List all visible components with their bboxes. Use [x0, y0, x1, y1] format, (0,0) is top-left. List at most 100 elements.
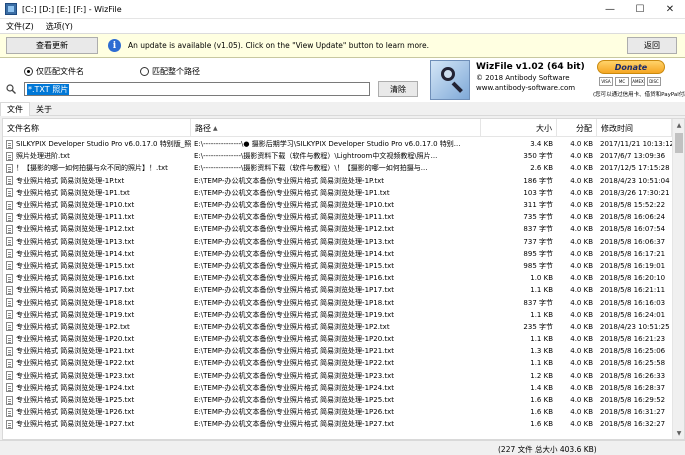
- table-row[interactable]: 专业照片格式 简易浏览处理-1P21.txt E:\TEMP-办公机文本备份\专业…: [3, 345, 672, 357]
- back-button[interactable]: 返回: [627, 37, 677, 54]
- column-header-path[interactable]: 路径 ▲: [191, 119, 481, 137]
- file-size-cell-text: 1.6 KB: [530, 396, 553, 405]
- radio-match-filename[interactable]: 仅匹配文件名: [24, 66, 84, 77]
- window-controls: — ☐ ✕: [595, 0, 685, 19]
- file-name-cell-text: 专业照片格式 简易浏览处理-1P10.txt: [16, 201, 135, 210]
- radio-match-paths[interactable]: 匹配整个路径: [140, 66, 200, 77]
- text-file-icon: [6, 261, 13, 271]
- file-alloc-cell: 4.0 KB: [557, 211, 597, 223]
- table-row[interactable]: 专业照片格式 简易浏览处理-1P20.txt E:\TEMP-办公机文本备份\专业…: [3, 333, 672, 345]
- file-size-cell: 1.6 KB: [481, 394, 557, 406]
- menu-options[interactable]: 选项(Y): [40, 21, 79, 32]
- table-row[interactable]: 专业照片格式 简易浏览处理-1P17.txt E:\TEMP-办公机文本备份\专业…: [3, 284, 672, 296]
- file-size-cell-text: 186 字节: [523, 176, 553, 185]
- file-alloc-cell-text: 4.0 KB: [570, 408, 593, 417]
- table-row[interactable]: 专业照片格式 简易浏览处理-1P22.txt E:\TEMP-办公机文本备份\专业…: [3, 357, 672, 369]
- file-name-cell: 专业照片格式 简易浏览处理-1P16.txt: [3, 272, 191, 284]
- scroll-thumb[interactable]: [675, 133, 683, 153]
- table-row[interactable]: 专业照片格式 简易浏览处理-1P27.txt E:\TEMP-办公机文本备份\专业…: [3, 418, 672, 430]
- table-row[interactable]: 专业照片格式 简易浏览处理-1P.txt E:\TEMP-办公机文本备份\专业照片…: [3, 175, 672, 187]
- column-header-size[interactable]: 大小: [481, 119, 557, 137]
- table-row[interactable]: 专业照片格式 简易浏览处理-1P18.txt E:\TEMP-办公机文本备份\专业…: [3, 296, 672, 308]
- file-size-cell: 2.6 KB: [481, 162, 557, 174]
- website-link[interactable]: www.antibody-software.com: [476, 84, 575, 92]
- table-row[interactable]: 专业照片格式 简易浏览处理-1P1.txt E:\TEMP-办公机文本备份\专业照…: [3, 187, 672, 199]
- vertical-scrollbar[interactable]: ▲ ▼: [672, 119, 684, 439]
- table-row[interactable]: SILKYPIX Developer Studio Pro v6.0.17.0 …: [3, 138, 672, 150]
- table-row[interactable]: 专业照片格式 简易浏览处理-1P24.txt E:\TEMP-办公机文本备份\专业…: [3, 382, 672, 394]
- file-path-cell-text: E:\TEMP-办公机文本备份\专业照片格式 简易浏览处理-1P14.txt: [194, 249, 395, 258]
- file-name-cell-text: SILKYPIX Developer Studio Pro v6.0.17.0 …: [16, 140, 191, 149]
- discover-card-icon: DISC: [647, 77, 661, 86]
- file-name-cell: 专业照片格式 简易浏览处理-1P22.txt: [3, 357, 191, 369]
- file-path-cell: E:\TEMP-办公机文本备份\专业照片格式 简易浏览处理-1P13.txt: [191, 236, 481, 248]
- file-path-cell: E:\TEMP-办公机文本备份\专业照片格式 简易浏览处理-1P15.txt: [191, 260, 481, 272]
- column-header-allocated[interactable]: 分配: [557, 119, 597, 137]
- file-size-cell-text: 1.3 KB: [530, 347, 553, 356]
- file-name-cell-text: 专业照片格式 简易浏览处理-1P11.txt: [16, 213, 135, 222]
- table-row[interactable]: 专业照片格式 简易浏览处理-1P12.txt E:\TEMP-办公机文本备份\专业…: [3, 223, 672, 235]
- table-row[interactable]: 专业照片格式 简易浏览处理-1P2.txt E:\TEMP-办公机文本备份\专业照…: [3, 321, 672, 333]
- minimize-button[interactable]: —: [595, 0, 625, 19]
- view-update-button[interactable]: 查看更新: [6, 37, 98, 54]
- table-row[interactable]: 专业照片格式 简易浏览处理-1P16.txt E:\TEMP-办公机文本备份\专业…: [3, 272, 672, 284]
- text-file-icon: [6, 285, 13, 295]
- table-row[interactable]: 专业照片格式 简易浏览处理-1P13.txt E:\TEMP-办公机文本备份\专业…: [3, 236, 672, 248]
- file-alloc-cell: 4.0 KB: [557, 357, 597, 369]
- file-alloc-cell: 4.0 KB: [557, 175, 597, 187]
- file-path-cell-text: E:\TEMP-办公机文本备份\专业照片格式 简易浏览处理-1P18.txt: [194, 298, 395, 307]
- close-button[interactable]: ✕: [655, 0, 685, 19]
- file-path-cell-text: E:\TEMP-办公机文本备份\专业照片格式 简易浏览处理-1P19.txt: [194, 310, 395, 319]
- column-header-modified[interactable]: 修改时间: [597, 119, 672, 137]
- table-row[interactable]: ！【摄影的哪一如何拍摄与众不同的照片】！.txt E:\-------------…: [3, 162, 672, 174]
- text-file-icon: [6, 249, 13, 259]
- table-header: 文件名称 路径 ▲ 大小 分配 修改时间: [3, 119, 672, 137]
- maximize-button[interactable]: ☐: [625, 0, 655, 19]
- column-header-name[interactable]: 文件名称: [3, 119, 191, 137]
- table-row[interactable]: 照片处理进阶.txt E:\---------------\摄影资料下载（软件与教…: [3, 150, 672, 162]
- scroll-down-icon[interactable]: ▼: [673, 427, 684, 439]
- text-file-icon: [6, 273, 13, 283]
- file-path-cell: E:\TEMP-办公机文本备份\专业照片格式 简易浏览处理-1P25.txt: [191, 394, 481, 406]
- file-date-cell-text: 2018/4/23 10:51:25: [600, 322, 670, 331]
- file-path-cell: E:\---------------\摄影资料下载（软件与教程）\Lightro…: [191, 150, 481, 162]
- file-name-cell: 专业照片格式 简易浏览处理-1P1.txt: [3, 187, 191, 199]
- text-file-icon: [6, 310, 13, 320]
- search-input[interactable]: *.TXT 照片: [24, 82, 370, 96]
- menu-file[interactable]: 文件(Z): [0, 21, 40, 32]
- file-date-cell: 2018/5/8 16:06:24: [597, 211, 672, 223]
- file-path-cell: E:\TEMP-办公机文本备份\专业照片格式 简易浏览处理-1P23.txt: [191, 370, 481, 382]
- file-date-cell-text: 2018/5/8 16:06:24: [600, 213, 666, 222]
- file-size-cell: 1.1 KB: [481, 284, 557, 296]
- file-path-cell: E:\TEMP-办公机文本备份\专业照片格式 简易浏览处理-1P1.txt: [191, 187, 481, 199]
- file-name-cell-text: 专业照片格式 简易浏览处理-1P2.txt: [16, 322, 130, 331]
- tab-files[interactable]: 文件: [0, 102, 30, 116]
- file-path-cell-text: E:\TEMP-办公机文本备份\专业照片格式 简易浏览处理-1P27.txt: [194, 420, 395, 429]
- file-name-cell-text: 专业照片格式 简易浏览处理-1P26.txt: [16, 408, 135, 417]
- title-bar: [C:] [D:] [E:] [F:] - WizFile — ☐ ✕: [0, 0, 685, 19]
- table-row[interactable]: 专业照片格式 简易浏览处理-1P10.txt E:\TEMP-办公机文本备份\专业…: [3, 199, 672, 211]
- table-row[interactable]: 专业照片格式 简易浏览处理-1P15.txt E:\TEMP-办公机文本备份\专业…: [3, 260, 672, 272]
- table-row[interactable]: 专业照片格式 简易浏览处理-1P23.txt E:\TEMP-办公机文本备份\专业…: [3, 370, 672, 382]
- table-row[interactable]: 专业照片格式 简易浏览处理-1P11.txt E:\TEMP-办公机文本备份\专业…: [3, 211, 672, 223]
- text-file-icon: [6, 237, 13, 247]
- table-row[interactable]: 专业照片格式 简易浏览处理-1P14.txt E:\TEMP-办公机文本备份\专业…: [3, 248, 672, 260]
- donate-button[interactable]: Donate: [597, 60, 665, 74]
- table-row[interactable]: 专业照片格式 简易浏览处理-1P19.txt E:\TEMP-办公机文本备份\专业…: [3, 309, 672, 321]
- table-row[interactable]: 专业照片格式 简易浏览处理-1P25.txt E:\TEMP-办公机文本备份\专业…: [3, 394, 672, 406]
- file-alloc-cell: 4.0 KB: [557, 260, 597, 272]
- file-date-cell-text: 2018/5/8 16:21:23: [600, 335, 666, 344]
- clear-button[interactable]: 清除: [378, 81, 418, 97]
- file-name-cell-text: 专业照片格式 简易浏览处理-1P18.txt: [16, 298, 135, 307]
- file-alloc-cell-text: 4.0 KB: [570, 140, 593, 149]
- table-row[interactable]: 专业照片格式 简易浏览处理-1P26.txt E:\TEMP-办公机文本备份\专业…: [3, 406, 672, 418]
- file-date-cell: 2018/5/8 16:28:37: [597, 382, 672, 394]
- scroll-up-icon[interactable]: ▲: [673, 119, 684, 131]
- file-size-cell-text: 1.6 KB: [530, 420, 553, 429]
- file-name-cell: 专业照片格式 简易浏览处理-1P19.txt: [3, 309, 191, 321]
- text-file-icon: [6, 224, 13, 234]
- tab-about[interactable]: 关于: [30, 102, 58, 116]
- file-name-cell: 专业照片格式 简易浏览处理-1P10.txt: [3, 199, 191, 211]
- text-file-icon: [6, 334, 13, 344]
- file-name-cell-text: 专业照片格式 简易浏览处理-1P17.txt: [16, 286, 135, 295]
